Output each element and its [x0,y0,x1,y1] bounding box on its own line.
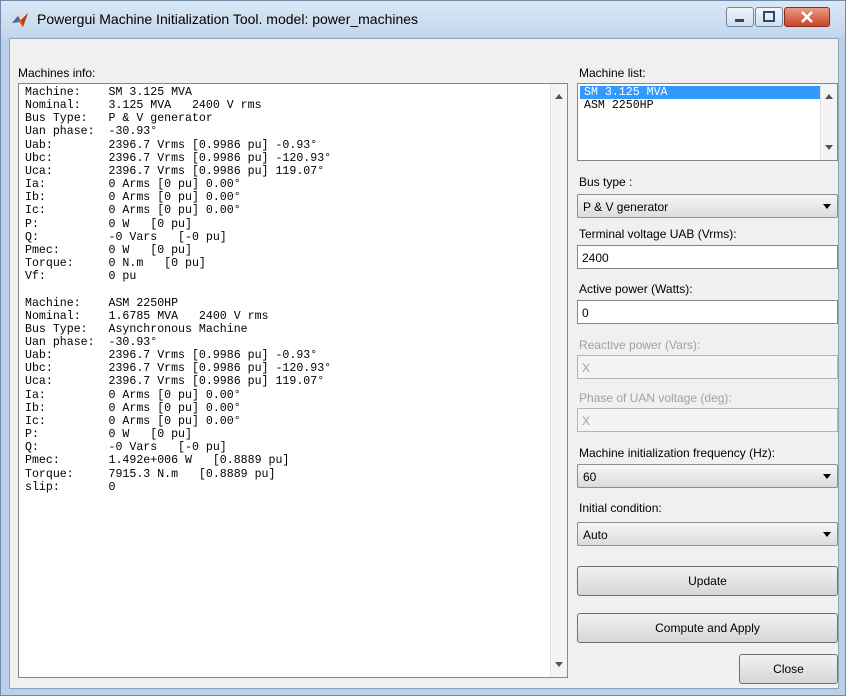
bus-type-value: P & V generator [583,200,669,214]
machines-info-text: Machine: SM 3.125 MVA Nominal: 3.125 MVA… [25,86,332,494]
machines-info-textbox[interactable]: Machine: SM 3.125 MVA Nominal: 3.125 MVA… [18,83,568,678]
minimize-button[interactable] [726,7,754,27]
window-close-button[interactable] [784,7,830,27]
maximize-icon [763,11,775,22]
machine-list-scrollbar[interactable] [820,84,837,160]
bus-type-label: Bus type : [579,175,633,189]
terminal-voltage-value: 2400 [582,251,609,265]
app-window: Powergui Machine Initialization Tool. mo… [0,0,846,696]
phase-uan-input: X [577,408,838,432]
chevron-down-icon [823,474,831,479]
terminal-voltage-label: Terminal voltage UAB (Vrms): [579,227,737,241]
machine-list-label: Machine list: [579,66,646,80]
phase-uan-value: X [582,414,591,428]
chevron-down-icon [823,532,831,537]
frequency-label: Machine initialization frequency (Hz): [579,446,776,460]
reactive-power-input: X [577,355,838,379]
machine-list-item[interactable]: ASM 2250HP [580,99,822,112]
initial-condition-dropdown[interactable]: Auto [577,522,838,546]
matlab-logo-icon [12,13,28,27]
scroll-down-icon[interactable] [555,662,563,667]
machine-listbox[interactable]: SM 3.125 MVA ASM 2250HP [577,83,838,161]
close-button[interactable]: Close [739,654,838,684]
scroll-down-icon[interactable] [825,145,833,150]
active-power-input[interactable]: 0 [577,300,838,324]
dialog-body: Machines info: Machine: SM 3.125 MVA Nom… [9,38,839,689]
bus-type-dropdown[interactable]: P & V generator [577,194,838,218]
close-icon [801,11,813,23]
frequency-dropdown[interactable]: 60 [577,464,838,488]
initial-condition-value: Auto [583,528,608,542]
active-power-value: 0 [582,306,589,320]
window-title: Powergui Machine Initialization Tool. mo… [37,11,419,27]
update-button[interactable]: Update [577,566,838,596]
info-scrollbar[interactable] [550,84,567,677]
machines-info-label: Machines info: [18,66,96,80]
reactive-power-label: Reactive power (Vars): [579,338,701,352]
frequency-value: 60 [583,470,597,484]
scroll-up-icon[interactable] [825,94,833,99]
terminal-voltage-input[interactable]: 2400 [577,245,838,269]
title-bar[interactable]: Powergui Machine Initialization Tool. mo… [1,1,845,37]
reactive-power-value: X [582,361,591,375]
compute-and-apply-button[interactable]: Compute and Apply [577,613,838,643]
phase-uan-label: Phase of UAN voltage (deg): [579,391,732,405]
scroll-up-icon[interactable] [555,94,563,99]
maximize-button[interactable] [755,7,783,27]
initial-condition-label: Initial condition: [579,501,662,515]
machine-list-item[interactable]: SM 3.125 MVA [580,86,822,99]
minimize-icon [735,19,744,22]
active-power-label: Active power (Watts): [579,282,693,296]
chevron-down-icon [823,204,831,209]
